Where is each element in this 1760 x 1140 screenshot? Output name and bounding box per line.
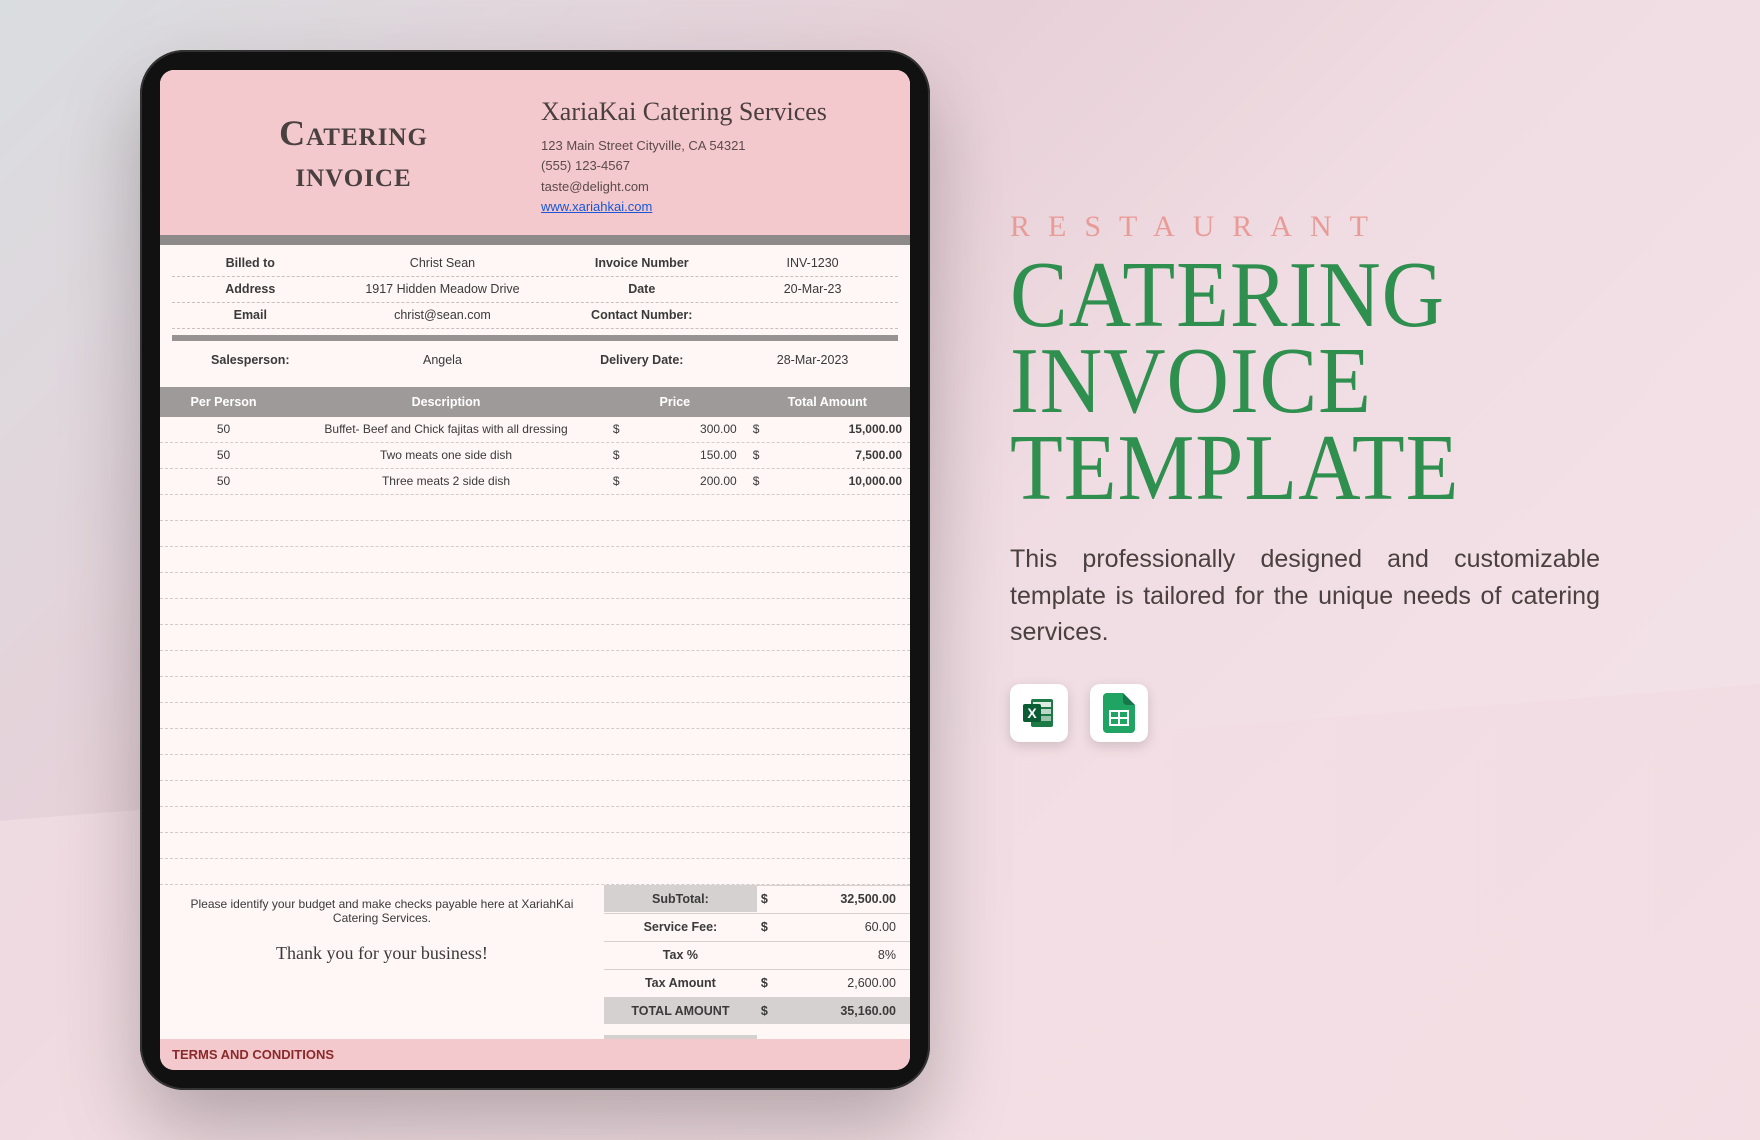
company-phone: (555) 123-4567 <box>541 156 884 176</box>
value-total-amount: 35,160.00 <box>790 998 910 1024</box>
blank-row <box>160 547 910 573</box>
value-date: 20-Mar-23 <box>727 278 898 300</box>
label-tax-percent: Tax % <box>604 942 757 968</box>
col-per-person: Per Person <box>160 387 287 417</box>
tablet-mockup: Catering invoice XariaKai Catering Servi… <box>140 50 930 1090</box>
cell-total: 15,000.00 <box>773 418 910 440</box>
value-delivery-date: 28-Mar-2023 <box>727 349 898 371</box>
promo-eyebrow: RESTAURANT <box>1010 210 1630 244</box>
label-invoice-number: Invoice Number <box>556 252 727 274</box>
label-total-amount: TOTAL AMOUNT <box>604 998 757 1024</box>
cell-currency: $ <box>745 470 773 492</box>
company-website-link[interactable]: www.xariahkai.com <box>541 199 652 214</box>
label-address: Address <box>172 278 329 300</box>
header-divider <box>160 235 910 245</box>
cell-price: 300.00 <box>633 418 745 440</box>
promo-headline: CATERING INVOICE TEMPLATE <box>1010 252 1580 511</box>
invoice-title-line1: Catering <box>279 113 428 153</box>
cell-currency: $ <box>745 444 773 466</box>
format-badges: X <box>1010 684 1630 742</box>
line-item: 50Two meats one side dish$150.00$7,500.0… <box>160 443 910 469</box>
value-service-fee: 60.00 <box>790 914 910 940</box>
label-subtotal: SubTotal: <box>604 886 757 912</box>
currency-symbol: $ <box>757 914 790 940</box>
line-item: 50Three meats 2 side dish$200.00$10,000.… <box>160 469 910 495</box>
blank-row <box>160 807 910 833</box>
cell-total: 7,500.00 <box>773 444 910 466</box>
value-billed-to: Christ Sean <box>329 252 557 274</box>
meta-divider <box>172 335 898 341</box>
value-contact <box>727 311 898 319</box>
blank-row <box>160 521 910 547</box>
blank-row <box>160 703 910 729</box>
col-description: Description <box>287 387 605 417</box>
promo-description: This professionally designed and customi… <box>1010 541 1600 650</box>
label-salesperson: Salesperson: <box>172 349 329 371</box>
invoice-footer: Please identify your budget and make che… <box>160 885 910 1063</box>
svg-text:X: X <box>1027 705 1037 721</box>
label-billed-to: Billed to <box>172 252 329 274</box>
thank-you-note: Thank you for your business! <box>178 943 586 964</box>
blank-row <box>160 495 910 521</box>
company-name: XariaKai Catering Services <box>541 92 884 132</box>
blank-row <box>160 677 910 703</box>
invoice-title-line2: invoice <box>295 154 411 194</box>
label-contact: Contact Number: <box>556 304 727 326</box>
label-tax-amount: Tax Amount <box>604 970 757 996</box>
google-sheets-icon[interactable] <box>1090 684 1148 742</box>
cell-currency: $ <box>745 418 773 440</box>
label-service-fee: Service Fee: <box>604 914 757 940</box>
cell-currency: $ <box>605 418 633 440</box>
value-subtotal: 32,500.00 <box>790 886 910 912</box>
cell-per-person: 50 <box>160 470 287 492</box>
cell-per-person: 50 <box>160 444 287 466</box>
cell-total: 10,000.00 <box>773 470 910 492</box>
currency-symbol: $ <box>757 886 790 912</box>
blank-row <box>160 859 910 885</box>
blank-row <box>160 599 910 625</box>
blank-row <box>160 625 910 651</box>
label-email: Email <box>172 304 329 326</box>
payable-note: Please identify your budget and make che… <box>178 897 586 925</box>
cell-currency: $ <box>605 444 633 466</box>
col-price: Price <box>605 387 745 417</box>
cell-per-person: 50 <box>160 418 287 440</box>
excel-icon[interactable]: X <box>1010 684 1068 742</box>
currency-symbol: $ <box>757 970 790 996</box>
company-email: taste@delight.com <box>541 177 884 197</box>
value-tax-amount: 2,600.00 <box>790 970 910 996</box>
cell-price: 200.00 <box>633 470 745 492</box>
value-salesperson: Angela <box>329 349 557 371</box>
cell-description: Three meats 2 side dish <box>287 470 605 492</box>
blank-row <box>160 729 910 755</box>
value-tax-percent: 8% <box>790 942 910 968</box>
currency-symbol: $ <box>757 998 790 1024</box>
line-items-body: 50Buffet- Beef and Chick fajitas with al… <box>160 417 910 885</box>
blank-row <box>160 755 910 781</box>
invoice-title: Catering invoice <box>279 113 428 196</box>
promo-panel: RESTAURANT CATERING INVOICE TEMPLATE Thi… <box>1010 210 1630 742</box>
cell-currency: $ <box>605 470 633 492</box>
col-total: Total Amount <box>745 387 910 417</box>
value-email: christ@sean.com <box>329 304 557 326</box>
line-item: 50Buffet- Beef and Chick fajitas with al… <box>160 417 910 443</box>
company-address: 123 Main Street Cityville, CA 54321 <box>541 136 884 156</box>
cell-price: 150.00 <box>633 444 745 466</box>
terms-heading: TERMS AND CONDITIONS <box>160 1039 910 1070</box>
value-invoice-number: INV-1230 <box>727 252 898 274</box>
label-delivery-date: Delivery Date: <box>556 349 727 371</box>
blank-row <box>160 651 910 677</box>
cell-description: Buffet- Beef and Chick fajitas with all … <box>287 418 605 440</box>
blank-row <box>160 573 910 599</box>
value-address: 1917 Hidden Meadow Drive <box>329 278 557 300</box>
blank-row <box>160 833 910 859</box>
blank-row <box>160 781 910 807</box>
label-date: Date <box>556 278 727 300</box>
invoice-meta: Billed to Christ Sean Invoice Number INV… <box>160 245 910 373</box>
line-items-header: Per Person Description Price Total Amoun… <box>160 387 910 417</box>
cell-description: Two meats one side dish <box>287 444 605 466</box>
invoice-header: Catering invoice XariaKai Catering Servi… <box>160 70 910 235</box>
